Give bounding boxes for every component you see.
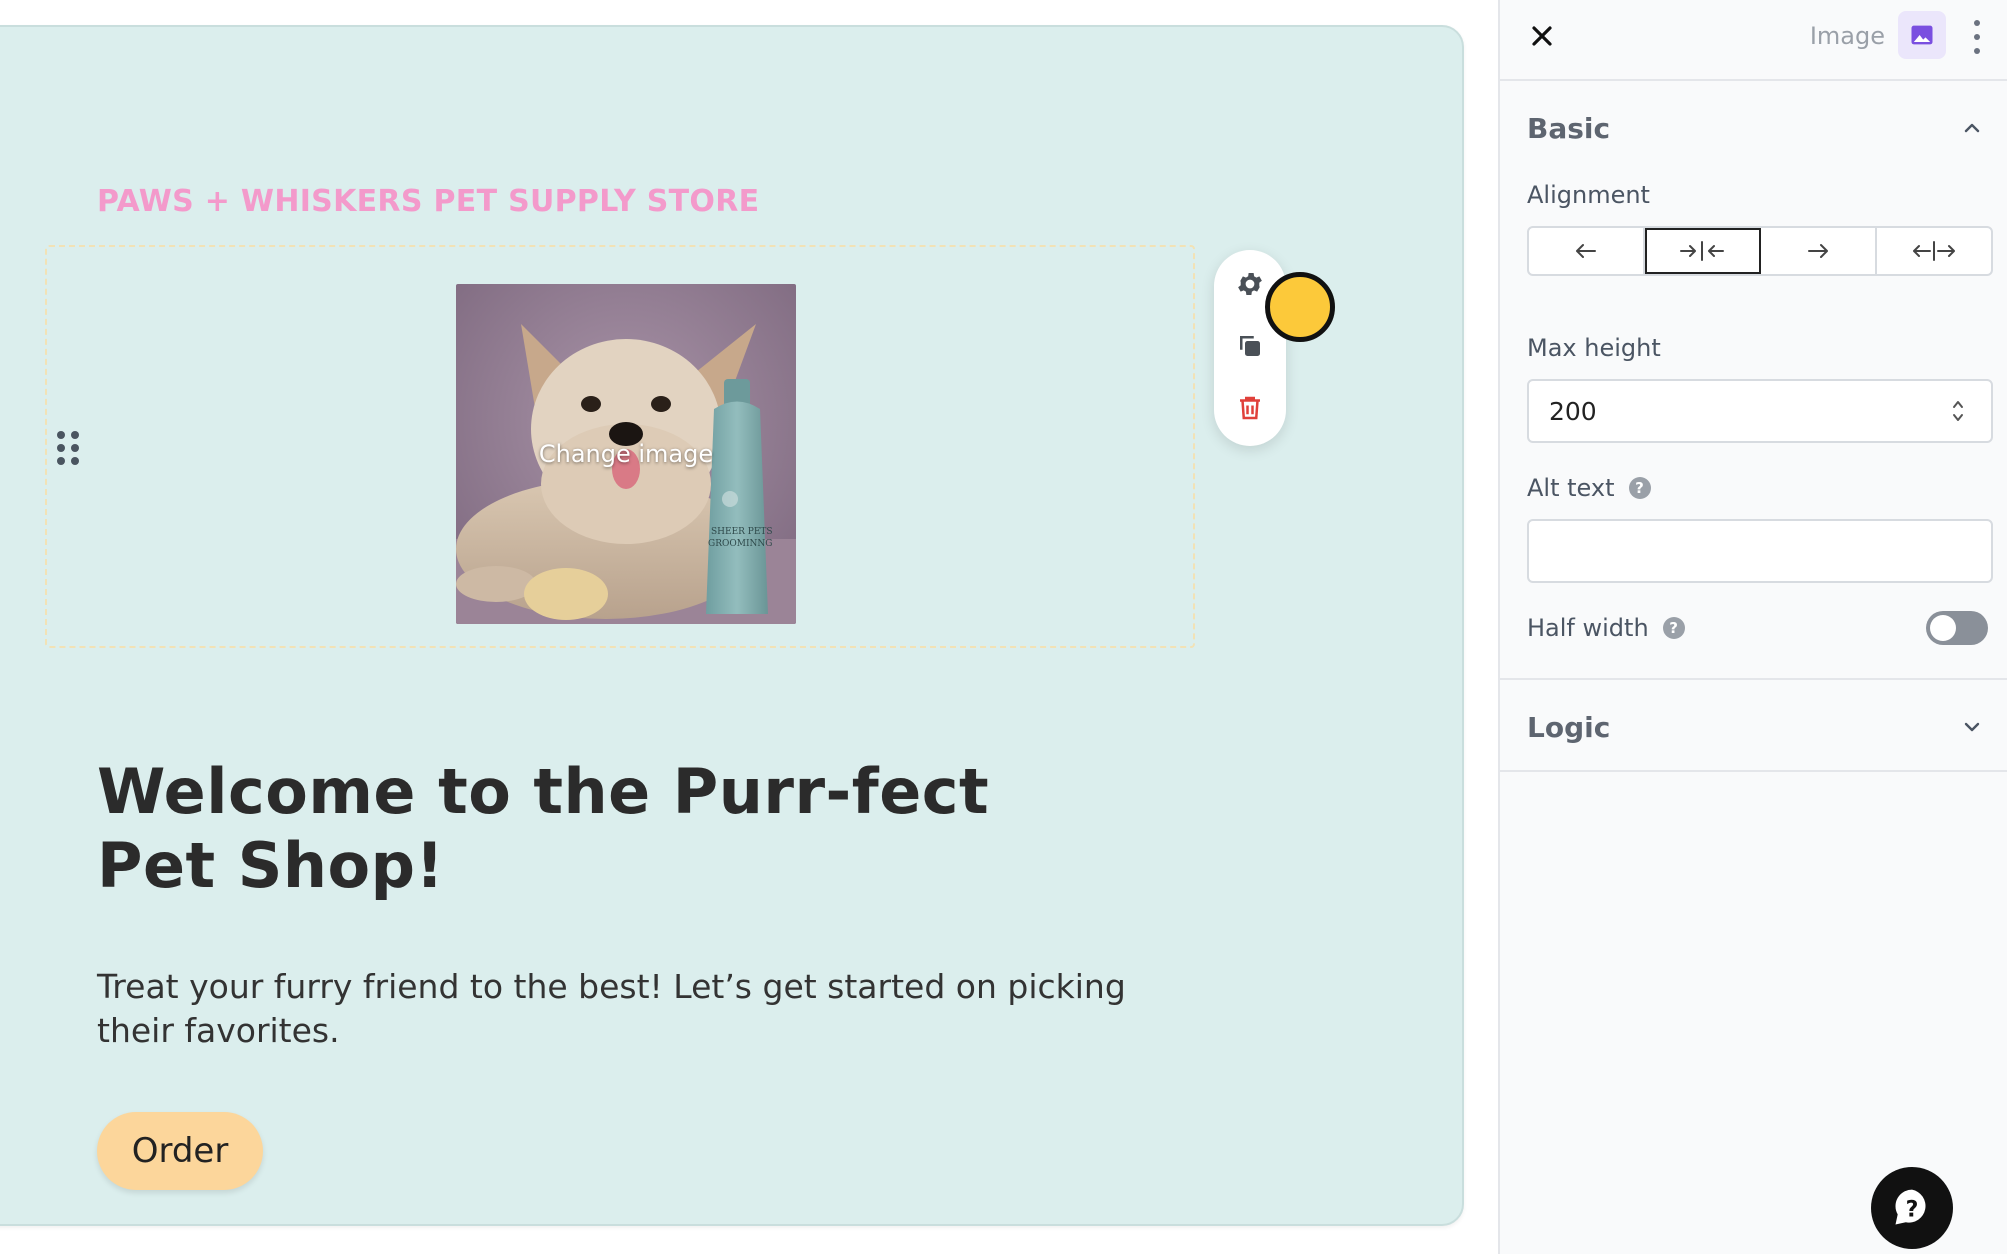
half-width-toggle[interactable] (1926, 611, 1988, 645)
alt-text-help-icon[interactable]: ? (1628, 477, 1651, 499)
help-chat-button[interactable]: ? (1871, 1167, 1953, 1249)
half-width-label-text: Half width (1527, 614, 1649, 642)
editor-canvas: PAWS + WHISKERS PET SUPPLY STORE SHEER P… (0, 0, 1498, 1254)
max-height-label-text: Max height (1527, 334, 1661, 362)
pointer-indicator (1265, 272, 1335, 342)
hero-headline[interactable]: Welcome to the Purr-fect Pet Shop! (97, 755, 1097, 903)
alt-text-input[interactable] (1527, 519, 1993, 583)
eyebrow-heading[interactable]: PAWS + WHISKERS PET SUPPLY STORE (97, 184, 759, 219)
block-toolbar (1214, 250, 1286, 446)
toggle-knob (1930, 615, 1956, 641)
change-image-label[interactable]: Change image (456, 284, 796, 624)
trash-icon[interactable] (1234, 392, 1266, 424)
panel-header: Image (1500, 0, 2007, 81)
spinner-icon[interactable] (1951, 397, 1965, 425)
expand-horizontal-icon (1913, 241, 1955, 261)
section-divider (1500, 678, 2007, 680)
chevron-down-icon[interactable] (1960, 715, 1984, 739)
logic-section-title[interactable]: Logic (1527, 711, 1610, 744)
align-left-button[interactable] (1529, 228, 1645, 274)
alt-text-label-text: Alt text (1527, 474, 1615, 502)
gear-icon[interactable] (1234, 268, 1266, 300)
max-height-input[interactable]: 200 (1527, 379, 1993, 443)
svg-text:?: ? (1906, 1197, 1919, 1222)
alignment-label: Alignment (1527, 181, 1650, 209)
max-height-value: 200 (1549, 396, 1597, 426)
arrow-left-icon (1576, 244, 1596, 258)
align-right-button[interactable] (1761, 228, 1877, 274)
close-icon[interactable] (1526, 20, 1558, 52)
pet-image[interactable]: SHEER PETS GROOMINNG Change image (456, 284, 796, 624)
hero-body-text[interactable]: Treat your furry friend to the best! Let… (97, 965, 1197, 1053)
alignment-segmented-control (1527, 226, 1993, 276)
basic-section-title[interactable]: Basic (1527, 112, 1610, 145)
alignment-label-text: Alignment (1527, 181, 1650, 209)
drag-handle-icon[interactable] (57, 431, 83, 465)
properties-panel: Image Basic Alignment Max height 200 Alt… (1498, 0, 2007, 1254)
max-height-label: Max height (1527, 334, 1661, 362)
section-divider (1500, 770, 2007, 772)
image-type-icon (1898, 11, 1946, 59)
arrow-right-icon (1808, 244, 1828, 258)
order-button[interactable]: Order (97, 1112, 263, 1190)
half-width-label: Half width ? (1527, 614, 1685, 642)
chevron-up-icon[interactable] (1960, 116, 1984, 140)
more-options-icon[interactable] (1970, 20, 1984, 54)
full-width-button[interactable] (1877, 228, 1991, 274)
help-question-icon: ? (1895, 1189, 1926, 1225)
block-type-label: Image (1809, 22, 1885, 50)
duplicate-icon[interactable] (1234, 330, 1266, 362)
alt-text-label: Alt text ? (1527, 474, 1651, 502)
half-width-help-icon[interactable]: ? (1662, 617, 1685, 639)
align-center-button[interactable] (1645, 228, 1761, 274)
align-center-icon (1680, 241, 1724, 261)
